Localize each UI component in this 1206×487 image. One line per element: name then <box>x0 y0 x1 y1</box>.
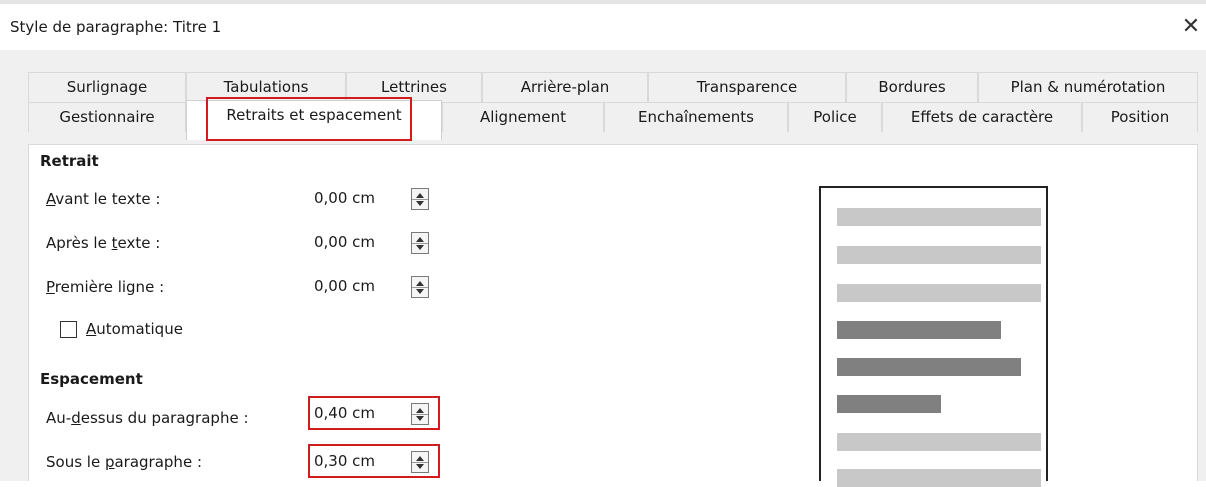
spin-down-icon[interactable] <box>416 201 424 206</box>
below-paragraph-spinbox[interactable]: 0,30 cm <box>308 446 440 476</box>
tab-gestionnaire[interactable]: Gestionnaire <box>28 102 186 132</box>
before-text-value[interactable]: 0,00 cm <box>314 189 375 207</box>
close-icon[interactable]: ✕ <box>1176 12 1206 42</box>
above-paragraph-value[interactable]: 0,40 cm <box>314 404 375 422</box>
tab-arriere-plan[interactable]: Arrière-plan <box>482 72 648 102</box>
paragraph-preview <box>819 186 1048 487</box>
preview-line <box>837 208 1041 226</box>
preview-line <box>837 395 941 413</box>
preview-line <box>837 284 1041 302</box>
tab-tabulations[interactable]: Tabulations <box>186 72 346 102</box>
spin-up-icon[interactable] <box>416 237 424 242</box>
before-text-spinbox[interactable]: 0,00 cm <box>308 184 440 212</box>
spin-down-icon[interactable] <box>416 416 424 421</box>
tab-retraits-espacement[interactable]: Retraits et espacement <box>186 100 442 140</box>
first-line-label: Première ligne : <box>46 278 165 296</box>
tab-row-1: Surlignage Tabulations Lettrines Arrière… <box>28 72 1198 102</box>
spin-down-icon[interactable] <box>416 464 424 469</box>
spin-down-icon[interactable] <box>416 289 424 294</box>
tab-effets-caractere[interactable]: Effets de caractère <box>882 102 1082 132</box>
after-text-label: Après le texte : <box>46 234 161 252</box>
automatic-checkbox[interactable] <box>60 321 77 338</box>
tab-plan-numerotation[interactable]: Plan & numérotation <box>978 72 1198 102</box>
spin-up-icon[interactable] <box>416 408 424 413</box>
indent-heading: Retrait <box>40 152 99 170</box>
first-line-spinbox[interactable]: 0,00 cm <box>308 272 440 300</box>
before-text-spin-buttons[interactable] <box>411 188 429 210</box>
above-paragraph-spin-buttons[interactable] <box>411 403 429 425</box>
preview-line <box>837 246 1041 264</box>
below-paragraph-spin-buttons[interactable] <box>411 451 429 473</box>
tab-position[interactable]: Position <box>1082 102 1198 132</box>
after-text-value[interactable]: 0,00 cm <box>314 233 375 251</box>
preview-line <box>837 433 1041 451</box>
window-title: Style de paragraphe: Titre 1 <box>10 18 222 36</box>
below-paragraph-value[interactable]: 0,30 cm <box>314 452 375 470</box>
above-paragraph-spinbox[interactable]: 0,40 cm <box>308 398 440 428</box>
preview-line <box>837 469 1041 487</box>
spin-up-icon[interactable] <box>416 281 424 286</box>
before-text-label: Avant le texte : <box>46 190 161 208</box>
tab-row-2: Gestionnaire Retraits et espacement Alig… <box>28 100 1198 140</box>
after-text-spinbox[interactable]: 0,00 cm <box>308 228 440 256</box>
spacing-heading: Espacement <box>40 370 143 388</box>
below-paragraph-label: Sous le paragraphe : <box>46 453 202 471</box>
title-bar: Style de paragraphe: Titre 1 ✕ <box>0 4 1206 50</box>
tab-alignement[interactable]: Alignement <box>442 102 604 132</box>
above-paragraph-label: Au-dessus du paragraphe : <box>46 409 249 427</box>
automatic-label[interactable]: Automatique <box>86 320 183 338</box>
first-line-value[interactable]: 0,00 cm <box>314 277 375 295</box>
tab-lettrines[interactable]: Lettrines <box>346 72 482 102</box>
tab-bordures[interactable]: Bordures <box>846 72 978 102</box>
after-text-spin-buttons[interactable] <box>411 232 429 254</box>
spin-up-icon[interactable] <box>416 193 424 198</box>
first-line-spin-buttons[interactable] <box>411 276 429 298</box>
spin-down-icon[interactable] <box>416 245 424 250</box>
tab-transparence[interactable]: Transparence <box>648 72 846 102</box>
tab-surlignage[interactable]: Surlignage <box>28 72 186 102</box>
spin-up-icon[interactable] <box>416 456 424 461</box>
preview-line <box>837 358 1021 376</box>
preview-line <box>837 321 1001 339</box>
tab-police[interactable]: Police <box>788 102 882 132</box>
tab-enchainements[interactable]: Enchaînements <box>604 102 788 132</box>
